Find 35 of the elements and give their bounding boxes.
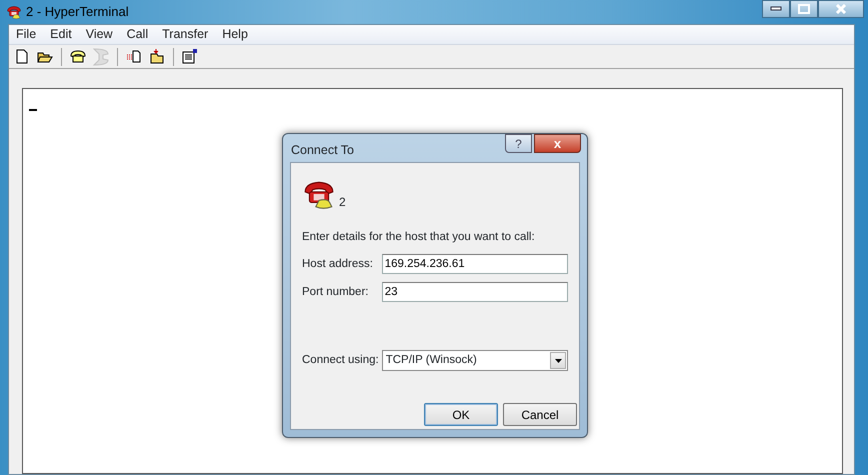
maximize-button[interactable] — [790, 0, 818, 18]
app-icon — [6, 4, 22, 20]
text-cursor — [29, 109, 37, 111]
phone-icon — [69, 48, 87, 66]
properties-icon — [181, 48, 199, 66]
send-file-icon — [125, 48, 143, 66]
phone-hangup-icon — [92, 48, 110, 66]
input-field[interactable]: 169.254.236.61 — [382, 254, 568, 274]
menu-item[interactable]: Call — [120, 25, 156, 44]
close-icon — [835, 4, 847, 14]
receive-file-icon — [148, 48, 166, 66]
connection-name: 2 — [339, 194, 346, 211]
maximize-icon — [798, 4, 810, 14]
menu-item[interactable]: Transfer — [155, 25, 216, 44]
dropdown-arrow-icon — [554, 358, 562, 363]
field-label: Port number: — [302, 284, 370, 300]
input-field[interactable]: 23 — [382, 282, 568, 302]
menu-item[interactable]: Edit — [43, 25, 79, 44]
menu-item[interactable]: File — [9, 25, 44, 44]
window-title: 2 - HyperTerminal — [26, 3, 129, 22]
close-button[interactable] — [818, 0, 864, 18]
properties-button[interactable] — [180, 46, 200, 66]
menu-item[interactable]: Help — [215, 25, 255, 44]
cancel-button[interactable]: Cancel — [503, 403, 577, 426]
help-button[interactable]: ? — [505, 134, 532, 153]
field-label: Host address: — [302, 256, 374, 272]
dropdown-field[interactable]: TCP/IP (Winsock) — [382, 350, 568, 372]
menu-item[interactable]: View — [78, 25, 120, 44]
ok-button[interactable]: OK — [424, 403, 498, 426]
minimize-icon — [770, 6, 782, 12]
prompt-text: Enter details for the host that you want to call: — [302, 230, 536, 245]
minimize-button[interactable] — [762, 0, 790, 18]
dialog-title: Connect To — [291, 142, 354, 159]
dialog-close-button[interactable]: x — [534, 134, 581, 153]
field-label: Connect using: — [302, 353, 380, 368]
